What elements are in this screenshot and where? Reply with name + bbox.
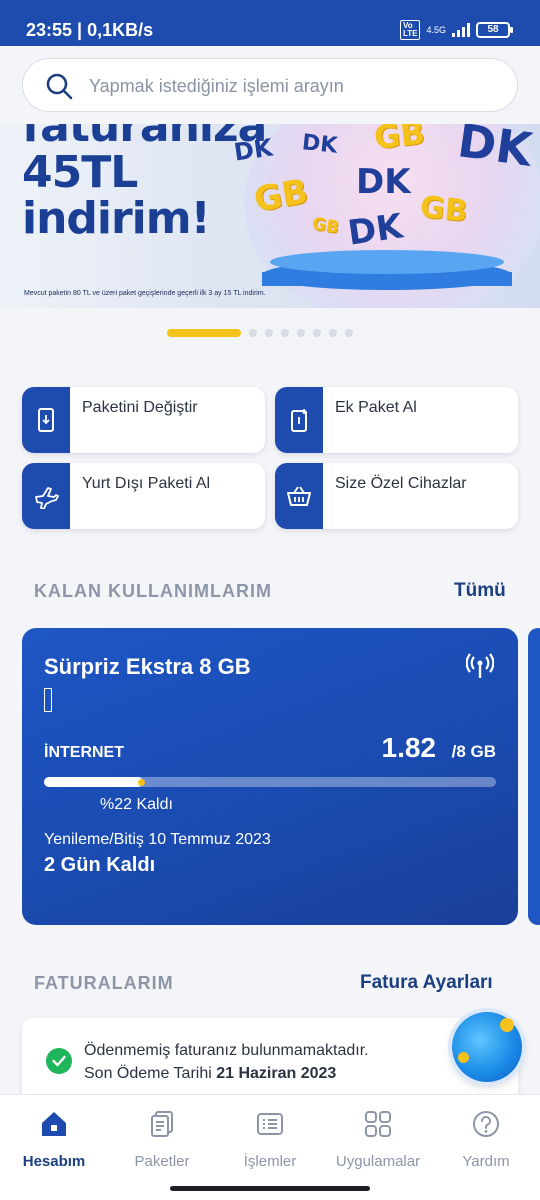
transactions-icon [257,1113,283,1135]
volte-icon: Vo LTE [399,20,421,40]
assistant-dot [500,1018,514,1032]
bottom-navigation: Hesabım Paketler İşlemler Uygulamalar Ya… [0,1094,540,1200]
usage-all-link[interactable]: Tümü [454,580,506,602]
search-input[interactable]: Yapmak istediğiniz işlemi arayın [89,76,344,97]
carousel-dot-active[interactable] [167,329,241,337]
nav-item-islemler[interactable]: İşlemler [216,1107,324,1170]
status-icons: Vo LTE 4.5G 58 [399,20,513,40]
quick-action-label: Yurt Dışı Paketi Al [82,475,211,492]
nav-item-hesabim[interactable]: Hesabım [0,1107,108,1170]
nav-item-uygulamalar[interactable]: Uygulamalar [324,1107,432,1170]
usage-card[interactable]: Sürpriz Ekstra 8 GB İNTERNET 1.82 /8 GB … [22,628,518,925]
home-icon [42,1112,66,1136]
nav-label: İşlemler [243,1153,297,1170]
search-icon [46,73,73,100]
roaming-package-button[interactable]: Yurt Dışı Paketi Al [22,463,265,529]
quick-action-label: Size Özel Cihazlar [335,475,467,492]
banner-pedestal-top [270,250,504,274]
assistant-dot [458,1052,469,1063]
nav-label: Paketler [134,1153,190,1170]
usage-progress-bar [44,777,496,787]
quick-action-label: Ek Paket Al [335,399,417,416]
banner-token-dk: DK [356,162,411,202]
invoices-section-title: FATURALARIM [34,973,174,993]
search-bar[interactable]: Yapmak istediğiniz işlemi arayın [22,58,518,112]
phone-plus-icon [275,387,323,453]
carousel-dot[interactable] [313,329,321,337]
assistant-bubble[interactable] [452,1012,522,1082]
carousel-dot[interactable] [345,329,353,337]
invoice-message: Ödenmemiş faturanız bulunmamaktadır. [84,1042,369,1059]
battery-icon: 58 [476,22,513,38]
special-devices-button[interactable]: Size Özel Cihazlar [275,463,518,529]
antenna-icon [466,653,494,678]
usage-renewal-date: Yenileme/Bitiş 10 Temmuz 2023 [44,831,271,848]
status-bar: 23:55 | 0,1KB/s Vo LTE 4.5G 58 [0,0,540,46]
help-icon [473,1111,499,1137]
banner-token-dk: DK [300,130,339,159]
nav-label: Hesabım [22,1153,86,1170]
usage-days-left: 2 Gün Kaldı [44,854,156,876]
usage-total: /8 GB [451,742,496,761]
nav-item-yardim[interactable]: Yardım [432,1107,540,1170]
extra-package-button[interactable]: Ek Paket Al [275,387,518,453]
banner-token-gb: GB [418,189,470,230]
check-icon [46,1048,72,1074]
carousel-dot[interactable] [265,329,273,337]
quick-action-label: Paketini Değiştir [82,399,198,416]
airplane-icon [22,463,70,529]
last-payment-line: Son Ödeme Tarihi 21 Haziran 2023 [84,1065,337,1082]
carousel-dot[interactable] [297,329,305,337]
promo-banner[interactable]: DK DK DK DK DK GB GB GB GB faturanıza 45… [0,124,540,308]
sim-icon [44,688,52,712]
carousel-dot[interactable] [281,329,289,337]
apps-grid-icon [365,1111,391,1137]
packages-icon [151,1111,173,1137]
carousel-dot[interactable] [329,329,337,337]
carousel-indicator [167,329,353,337]
basket-icon [275,463,323,529]
nav-label: Uygulamalar [335,1153,421,1170]
phone-swap-icon [22,387,70,453]
usage-progress-marker [138,779,145,786]
banner-headline: faturanıza 45TL indirim! [22,124,267,244]
usage-remaining: %22 Kaldı [100,796,173,813]
banner-token-gb: GB [372,124,427,157]
carousel-dot[interactable] [249,329,257,337]
next-usage-card[interactable] [528,628,540,925]
signal-icon [452,23,470,37]
banner-fine-print: Mevcut paketin 80 TL ve üzeri paket geçi… [24,290,266,297]
nav-item-paketler[interactable]: Paketler [108,1107,216,1170]
network-type: 4.5G [426,24,446,35]
banner-token-dk: DK [345,206,406,254]
usage-type: İNTERNET [44,744,124,761]
usage-used: 1.82 [381,732,437,763]
nav-label: Yardım [462,1153,510,1170]
change-package-button[interactable]: Paketini Değiştir [22,387,265,453]
package-name: Sürpriz Ekstra 8 GB [44,654,251,679]
usage-progress-fill [44,777,143,787]
status-time: 23:55 | 0,1KB/s [26,20,154,40]
home-indicator [170,1186,370,1191]
usage-section-title: KALAN KULLANIMLARIM [34,581,272,601]
invoice-settings-link[interactable]: Fatura Ayarları [360,972,493,994]
